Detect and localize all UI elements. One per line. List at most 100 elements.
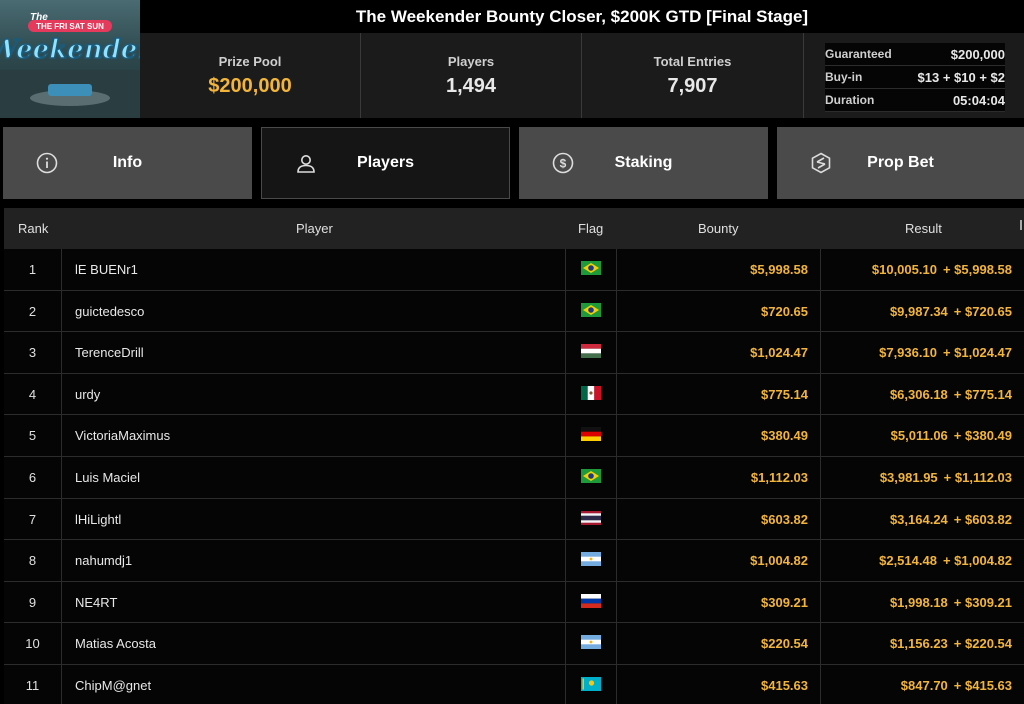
player-name-cell[interactable]: ChipM@gnet xyxy=(62,664,566,704)
player-name-cell[interactable]: lE BUENr1 xyxy=(62,249,566,290)
table-row[interactable]: 1 lE BUENr1 $5,998.58 $10,005.10 + $5,998.58 xyxy=(4,249,1024,291)
rank-cell: 3 xyxy=(4,332,62,374)
bounty-cell: $720.65 xyxy=(617,290,821,332)
argentina-flag-icon xyxy=(581,552,601,569)
players-value: 1,494 xyxy=(445,74,497,97)
prop-bet-icon xyxy=(811,152,831,174)
result-cell: $3,981.95 + $1,112.03 xyxy=(821,457,1024,498)
result-column-header[interactable]: Result xyxy=(905,208,942,249)
result-amount: $10,005.10 xyxy=(871,262,937,277)
hungary-flag-icon xyxy=(581,344,601,361)
flag-cell xyxy=(566,623,617,665)
flag-cell xyxy=(566,415,617,457)
table-row[interactable]: 11 ChipM@gnet $415.63 $847.70 + $415.63 xyxy=(4,664,1024,704)
player-name-cell[interactable]: Luis Maciel xyxy=(62,456,566,498)
buyin-label: Buy-in xyxy=(825,70,863,84)
result-bounty-amount: + $5,998.58 xyxy=(942,262,1012,277)
brazil-flag-icon xyxy=(581,468,601,486)
prize-pool-stat: Prize Pool $200,000 xyxy=(140,33,361,118)
players-table: 1 lE BUENr1 $5,998.58 $10,005.10 + $5,998.58… xyxy=(4,249,1024,704)
rank-cell: 4 xyxy=(4,373,62,415)
bounty-cell: $603.82 xyxy=(617,498,821,540)
table-row[interactable]: 9 NE4RT $309.21 $1,998.18 + $309.21 xyxy=(4,581,1024,624)
player-name-cell[interactable]: Matias Acosta xyxy=(62,623,566,665)
flag-cell xyxy=(566,498,617,540)
duration-label: Duration xyxy=(825,93,875,107)
tournament-logo: THE FRI SAT SUN The Weekender xyxy=(0,0,140,118)
rank-cell: 1 xyxy=(4,249,62,290)
tab-info[interactable]: Info xyxy=(3,127,252,199)
result-bounty-amount: + $1,004.82 xyxy=(942,553,1012,569)
player-name-cell[interactable]: NE4RT xyxy=(62,581,566,623)
player-column-header[interactable]: Player xyxy=(296,208,333,249)
table-row[interactable]: 10 Matias Acosta $220.54 $1,156.23 + $220.54 xyxy=(4,623,1024,665)
germany-flag-icon xyxy=(581,427,601,444)
player-name-cell[interactable]: TerenceDrill xyxy=(62,332,566,374)
flag-cell xyxy=(566,540,617,582)
buyin-value: $13 + $10 + $2 xyxy=(917,69,1005,85)
tab-staking[interactable]: $ Staking xyxy=(519,127,768,199)
table-row[interactable]: 8 nahumdj1 $1,004.82 $2,514.48 + $1,004.82 xyxy=(4,540,1024,582)
player-name-cell[interactable]: lHiLightl xyxy=(62,498,566,540)
result-cell: $847.70 + $415.63 xyxy=(821,665,1024,704)
table-row[interactable]: 5 VictoriaMaximus $380.49 $5,011.06 + $380.4… xyxy=(4,415,1024,457)
player-name-cell[interactable]: VictoriaMaximus xyxy=(62,415,566,457)
rank-cell: 11 xyxy=(4,664,62,704)
user-icon xyxy=(297,155,315,173)
title-bar: The Weekender Bounty Closer, $200K GTD [… xyxy=(140,0,1024,33)
mexico-flag-icon xyxy=(581,385,601,403)
argentina-flag-icon xyxy=(581,635,601,652)
result-cell: $7,936.10 + $1,024.47 xyxy=(821,332,1024,373)
result-bounty-amount: + $775.14 xyxy=(953,386,1012,402)
flag-cell xyxy=(566,332,617,374)
result-cell: $9,987.34 + $720.65 xyxy=(821,291,1024,332)
flag-column-header[interactable]: Flag xyxy=(578,208,603,249)
table-row[interactable]: 7 lHiLightl $603.82 $3,164.24 + $603.82 xyxy=(4,498,1024,541)
player-name-cell[interactable]: guictedesco xyxy=(62,290,566,332)
bounty-column-header[interactable]: Bounty xyxy=(698,208,738,249)
player-name-cell[interactable]: nahumdj1 xyxy=(62,540,566,582)
page-title: The Weekender Bounty Closer, $200K GTD [… xyxy=(355,6,809,26)
kazakhstan-flag-icon xyxy=(581,676,601,694)
flag-cell xyxy=(566,290,617,332)
result-bounty-amount: + $720.65 xyxy=(953,303,1012,319)
rank-column-header[interactable]: Rank xyxy=(18,208,48,249)
result-bounty-amount: + $1,112.03 xyxy=(943,469,1012,485)
result-bounty-amount: + $220.54 xyxy=(953,636,1012,652)
bounty-cell: $220.54 xyxy=(617,623,821,665)
scrollbar-handle[interactable] xyxy=(1020,220,1022,230)
table-row[interactable]: 6 Luis Maciel $1,112.03 $3,981.95 + $1,112.0… xyxy=(4,456,1024,499)
table-row[interactable]: 3 TerenceDrill $1,024.47 $7,936.10 + $1,024.… xyxy=(4,332,1024,374)
info-icon xyxy=(36,152,58,174)
table-row[interactable]: 4 urdy $775.14 $6,306.18 + $775.14 xyxy=(4,373,1024,416)
entries-label: Total Entries xyxy=(653,53,732,69)
logo-top-text: THE FRI SAT SUN xyxy=(36,22,104,31)
player-name-cell[interactable]: urdy xyxy=(62,373,566,415)
bounty-cell: $309.21 xyxy=(617,581,821,623)
russia-flag-icon xyxy=(581,593,601,611)
logo-brand: Weekender xyxy=(0,35,140,65)
result-amount: $2,514.48 xyxy=(879,553,937,569)
rank-cell: 6 xyxy=(4,456,62,498)
result-amount: $7,936.10 xyxy=(879,345,937,361)
guaranteed-value: $200,000 xyxy=(950,46,1005,62)
tab-prop-bet[interactable]: Prop Bet xyxy=(777,127,1024,199)
result-amount: $9,987.34 xyxy=(889,303,948,319)
table-header: Rank Player Flag Bounty Result xyxy=(4,208,1024,249)
brazil-flag-icon xyxy=(581,302,601,320)
bounty-cell: $415.63 xyxy=(617,664,821,704)
bounty-cell: $380.49 xyxy=(617,415,821,457)
tab-players[interactable]: Players xyxy=(261,127,510,199)
prize-pool-label: Prize Pool xyxy=(218,53,282,69)
tab-bar: Info Players $ Staking Prop Bet xyxy=(0,118,1024,208)
svg-text:$: $ xyxy=(560,157,567,171)
logo-prefix: The xyxy=(30,12,48,23)
bounty-cell: $1,112.03 xyxy=(617,456,821,498)
stats-bar: Prize Pool $200,000 Players 1,494 Total … xyxy=(140,33,1024,118)
bounty-cell: $5,998.58 xyxy=(617,249,821,290)
result-cell: $6,306.18 + $775.14 xyxy=(821,374,1024,415)
table-row[interactable]: 2 guictedesco $720.65 $9,987.34 + $720.65 xyxy=(4,290,1024,333)
result-amount: $1,156.23 xyxy=(889,636,948,652)
players-stat: Players 1,494 xyxy=(361,33,582,118)
result-cell: $5,011.06 + $380.49 xyxy=(821,415,1024,456)
